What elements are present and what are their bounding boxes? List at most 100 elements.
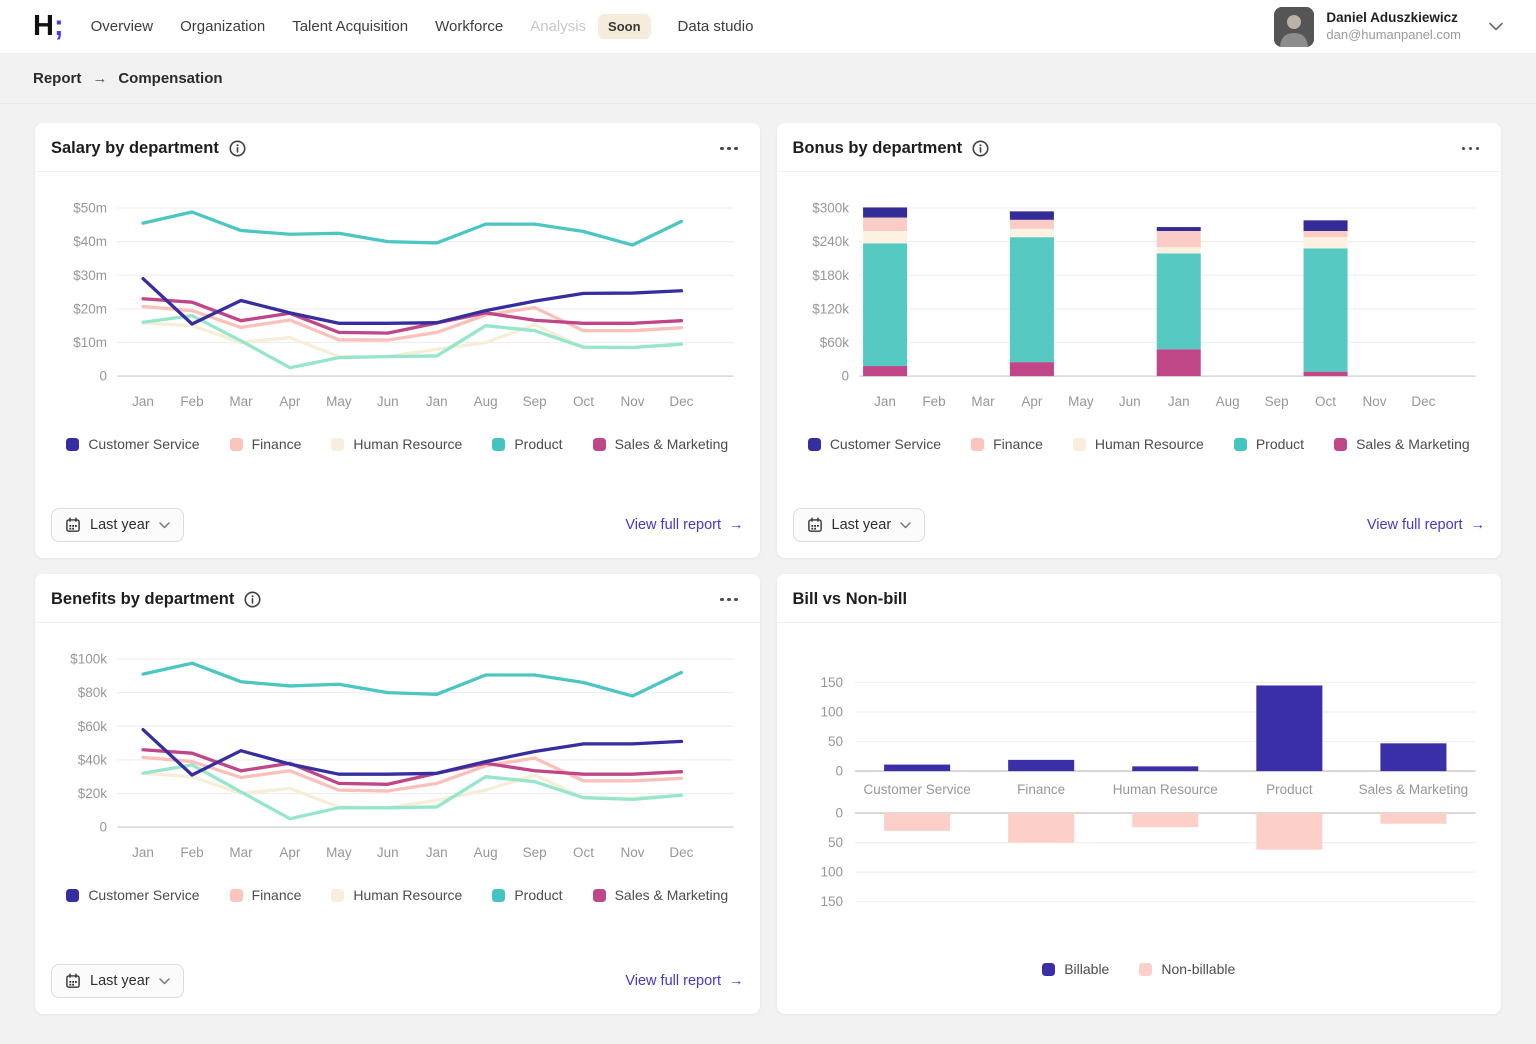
breadcrumb-compensation: Compensation — [118, 70, 222, 87]
benefits-line-chart: $100k$80k$60k$40k$20k0JanFebMarAprMayJun… — [51, 641, 744, 873]
arrow-right-icon: → — [729, 517, 744, 533]
legend-swatch — [230, 889, 243, 902]
svg-text:Jan: Jan — [874, 394, 896, 409]
svg-text:$180k: $180k — [812, 268, 849, 283]
salary-line-chart: $50m$40m$30m$20m$10m0JanFebMarAprMayJunJ… — [51, 190, 744, 422]
svg-text:Mar: Mar — [229, 845, 253, 860]
legend-label: Finance — [252, 887, 302, 903]
primary-nav: Overview Organization Talent Acquisition… — [91, 14, 754, 39]
legend-swatch — [1073, 438, 1086, 451]
legend-item: Customer Service — [66, 887, 199, 903]
svg-text:Customer Service: Customer Service — [863, 782, 970, 797]
legend-label: Finance — [993, 436, 1043, 452]
card-header: Bonus by department — [777, 123, 1502, 172]
date-range-button[interactable]: Last year — [51, 508, 184, 542]
app-logo[interactable]: H; — [33, 12, 63, 41]
svg-text:0: 0 — [100, 369, 108, 384]
svg-text:$100k: $100k — [70, 652, 107, 667]
legend-item: Customer Service — [66, 436, 199, 452]
info-icon[interactable] — [972, 140, 989, 157]
svg-text:Apr: Apr — [1021, 394, 1043, 409]
svg-text:Jun: Jun — [377, 845, 399, 860]
svg-text:Aug: Aug — [474, 845, 498, 860]
user-email: dan@humanpanel.com — [1326, 27, 1461, 44]
view-full-report-link[interactable]: View full report → — [1367, 517, 1485, 533]
date-range-button[interactable]: Last year — [51, 964, 184, 998]
legend-item: Billable — [1042, 961, 1109, 977]
legend-swatch — [1334, 438, 1347, 451]
legend-swatch — [971, 438, 984, 451]
bonus-card: Bonus by department $300k$240k$180k$120k… — [777, 123, 1502, 558]
view-full-report-link[interactable]: View full report → — [625, 973, 743, 989]
chevron-down-icon[interactable] — [1489, 22, 1503, 31]
department-legend: Customer ServiceFinanceHuman ResourcePro… — [793, 436, 1486, 452]
svg-text:$20m: $20m — [73, 301, 107, 316]
user-menu[interactable]: Daniel Aduszkiewicz dan@humanpanel.com — [1274, 7, 1503, 47]
svg-text:Mar: Mar — [229, 394, 253, 409]
nav-organization[interactable]: Organization — [180, 18, 265, 35]
nav-overview[interactable]: Overview — [91, 18, 154, 35]
svg-text:Apr: Apr — [279, 845, 301, 860]
legend-label: Sales & Marketing — [615, 436, 729, 452]
more-menu-icon[interactable] — [718, 141, 740, 157]
legend-label: Customer Service — [88, 436, 199, 452]
info-icon[interactable] — [229, 140, 246, 157]
legend-swatch — [593, 438, 606, 451]
svg-text:150: 150 — [820, 894, 843, 909]
view-full-report-link[interactable]: View full report → — [625, 517, 743, 533]
svg-text:Mar: Mar — [971, 394, 995, 409]
svg-text:$40k: $40k — [78, 752, 108, 767]
nav-analysis-group: Analysis Soon — [530, 14, 650, 39]
legend-label: Sales & Marketing — [1356, 436, 1470, 452]
svg-text:Nov: Nov — [1362, 394, 1386, 409]
date-range-label: Last year — [90, 517, 150, 533]
svg-text:Sep: Sep — [523, 845, 547, 860]
svg-text:May: May — [326, 845, 352, 860]
svg-text:Nov: Nov — [620, 394, 644, 409]
card-body: 150100500050100150Customer ServiceFinanc… — [777, 623, 1502, 1014]
legend-item: Sales & Marketing — [593, 887, 729, 903]
svg-text:0: 0 — [100, 820, 108, 835]
date-range-button[interactable]: Last year — [793, 508, 926, 542]
legend-swatch — [808, 438, 821, 451]
calendar-icon — [807, 517, 823, 533]
logo-h: H — [33, 10, 53, 42]
card-title: Salary by department — [51, 139, 219, 158]
svg-text:Human Resource: Human Resource — [1112, 782, 1217, 797]
svg-text:Nov: Nov — [620, 845, 644, 860]
svg-text:$60k: $60k — [819, 335, 849, 350]
nav-data-studio[interactable]: Data studio — [678, 18, 754, 35]
legend-swatch — [66, 889, 79, 902]
svg-text:$60k: $60k — [78, 719, 108, 734]
legend-label: Human Resource — [353, 436, 462, 452]
legend-swatch — [593, 889, 606, 902]
user-avatar — [1274, 7, 1314, 47]
svg-text:Finance: Finance — [1017, 782, 1065, 797]
svg-text:$120k: $120k — [812, 301, 849, 316]
legend-label: Product — [514, 887, 562, 903]
svg-text:$30m: $30m — [73, 268, 107, 283]
legend-swatch — [492, 889, 505, 902]
card-title: Bonus by department — [793, 139, 963, 158]
card-footer: Last year View full report → — [777, 494, 1502, 558]
legend-swatch — [230, 438, 243, 451]
breadcrumb: Report → Compensation — [0, 54, 1536, 104]
info-icon[interactable] — [244, 591, 261, 608]
nav-talent-acquisition[interactable]: Talent Acquisition — [292, 18, 408, 35]
nav-workforce[interactable]: Workforce — [435, 18, 503, 35]
svg-text:Aug: Aug — [474, 394, 498, 409]
card-title: Benefits by department — [51, 590, 234, 609]
nav-analysis: Analysis — [530, 18, 586, 35]
svg-text:Feb: Feb — [180, 845, 203, 860]
legend-item: Finance — [230, 436, 302, 452]
bonus-stacked-bar-chart: $300k$240k$180k$120k$60k0JanFebMarAprMay… — [793, 190, 1486, 422]
legend-swatch — [1234, 438, 1247, 451]
legend-label: Human Resource — [1095, 436, 1204, 452]
breadcrumb-report[interactable]: Report — [33, 70, 81, 87]
svg-text:May: May — [1068, 394, 1094, 409]
more-menu-icon[interactable] — [1460, 141, 1482, 157]
more-menu-icon[interactable] — [718, 592, 740, 608]
bill-vs-nonbill-card: Bill vs Non-bill 150100500050100150Custo… — [777, 574, 1502, 1014]
card-title: Bill vs Non-bill — [793, 590, 908, 609]
svg-text:Oct: Oct — [573, 394, 594, 409]
